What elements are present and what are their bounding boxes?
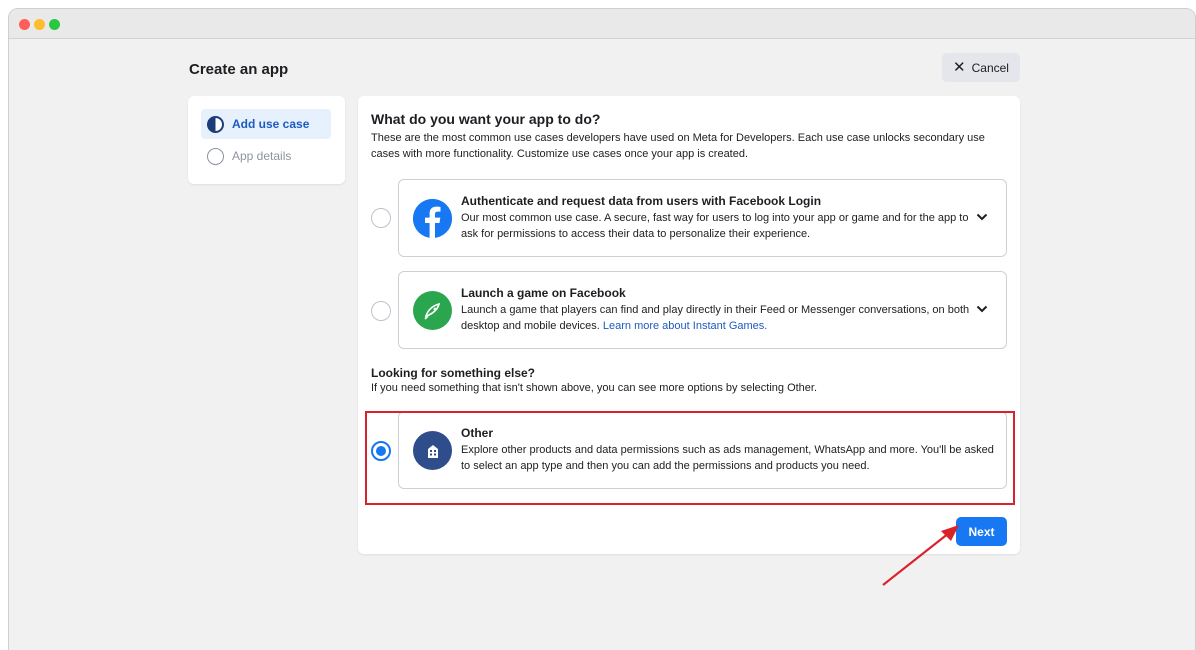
radio-launch-game[interactable] <box>371 301 391 321</box>
building-icon <box>413 431 452 470</box>
game-controller-icon <box>413 291 452 330</box>
option-description: Our most common use case. A secure, fast… <box>461 212 969 240</box>
close-window-button[interactable] <box>19 19 30 30</box>
step-add-use-case[interactable]: Add use case <box>201 109 331 139</box>
looking-title: Looking for something else? <box>371 366 536 380</box>
cancel-label: Cancel <box>971 60 1009 75</box>
instant-games-link[interactable]: Learn more about Instant Games. <box>603 320 767 332</box>
window-titlebar <box>9 9 1195 39</box>
looking-description: If you need something that isn't shown a… <box>371 382 818 394</box>
option-facebook-login[interactable]: Authenticate and request data from users… <box>398 179 1007 257</box>
page-title: Create an app <box>189 61 289 78</box>
option-description: Explore other products and data permissi… <box>461 444 994 472</box>
option-other[interactable]: Other Explore other products and data pe… <box>398 411 1007 489</box>
option-launch-game[interactable]: Launch a game on Facebook Launch a game … <box>398 271 1007 349</box>
step-label: App details <box>232 149 292 163</box>
maximize-window-button[interactable] <box>49 19 60 30</box>
option-description: Launch a game that players can find and … <box>461 302 976 334</box>
option-title: Launch a game on Facebook <box>461 286 626 300</box>
minimize-window-button[interactable] <box>34 19 45 30</box>
option-title: Other <box>461 426 494 440</box>
option-title: Authenticate and request data from users… <box>461 194 822 208</box>
step-app-details[interactable]: App details <box>201 141 331 171</box>
empty-circle-icon <box>207 147 224 165</box>
use-case-card: What do you want your app to do? These a… <box>358 96 1020 554</box>
radio-other[interactable] <box>371 441 391 461</box>
steps-panel: Add use case App details <box>188 96 345 184</box>
facebook-logo-icon <box>413 199 452 238</box>
chevron-down-icon[interactable] <box>976 212 988 224</box>
question-title: What do you want your app to do? <box>371 111 601 127</box>
chevron-down-icon[interactable] <box>976 304 988 316</box>
half-circle-progress-icon <box>207 115 224 133</box>
close-icon: ✕ <box>953 59 966 76</box>
question-description: These are the most common use cases deve… <box>371 132 985 160</box>
browser-window: Create an app ✕ Cancel Add use case App … <box>8 8 1196 650</box>
red-arrow-icon <box>882 525 959 586</box>
radio-facebook-login[interactable] <box>371 208 391 228</box>
step-label: Add use case <box>232 117 310 131</box>
cancel-button[interactable]: ✕ Cancel <box>942 53 1020 82</box>
